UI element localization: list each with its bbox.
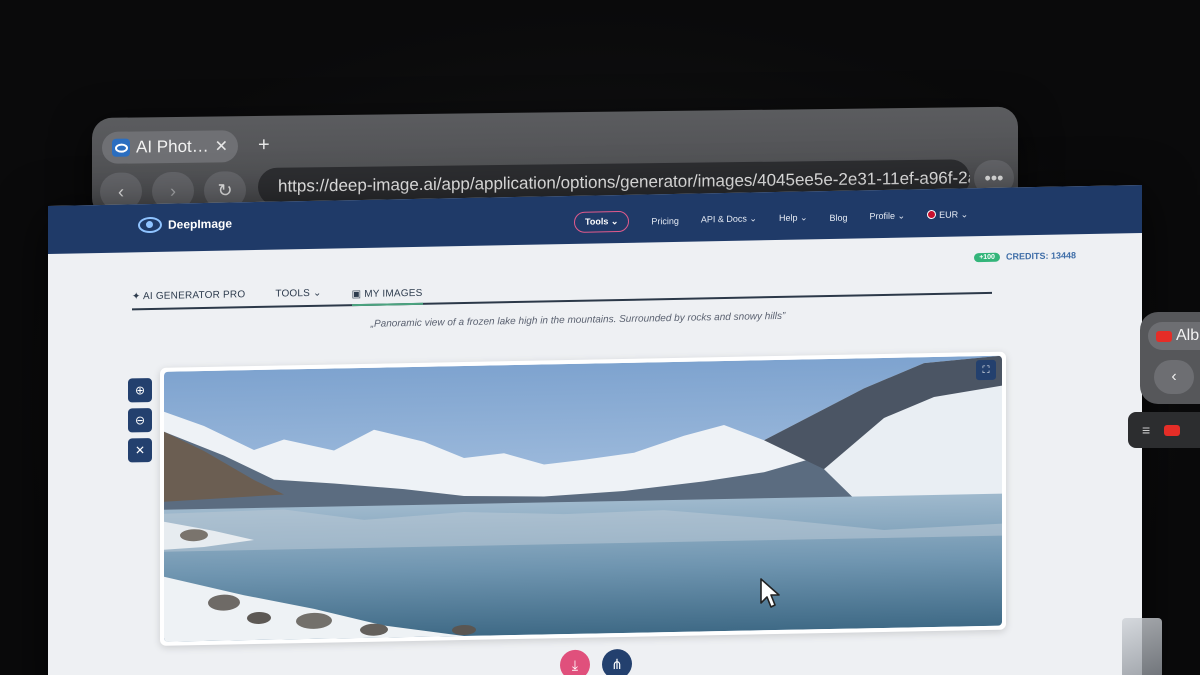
tab-ai-generator-pro[interactable]: ✦ AI GENERATOR PRO — [132, 289, 245, 302]
zoom-out-button[interactable]: ⊖ — [128, 408, 152, 433]
fullscreen-icon: ⛶ — [982, 364, 990, 376]
side-toolbar: ≡ — [1128, 412, 1200, 448]
image-actions: ⤓ ⋔ — [560, 648, 632, 675]
share-icon: ⋔ — [611, 655, 623, 672]
nav-api-docs[interactable]: API & Docs ⌄ — [701, 213, 757, 225]
deepimage-favicon-icon — [112, 138, 130, 157]
nav-currency[interactable]: EUR ⌄ — [927, 209, 968, 221]
close-button[interactable]: ✕ — [128, 438, 152, 463]
zoom-in-icon: ⊕ — [134, 383, 146, 398]
image-prompt: „Panoramic view of a frozen lake high in… — [370, 310, 786, 330]
tab-tools[interactable]: TOOLS ⌄ — [275, 288, 321, 300]
nav-help[interactable]: Help ⌄ — [779, 212, 808, 224]
generated-image-frame: ⛶ — [160, 351, 1006, 646]
main-nav: Tools ⌄ Pricing API & Docs ⌄ Help ⌄ Blog… — [574, 204, 968, 233]
eye-logo-icon — [138, 216, 162, 234]
zoom-in-button[interactable]: ⊕ — [128, 378, 152, 403]
fullscreen-button[interactable]: ⛶ — [976, 359, 996, 381]
youtube-logo-icon — [1164, 424, 1181, 436]
reload-icon: ↻ — [217, 179, 233, 200]
currency-label: EUR ⌄ — [939, 209, 969, 220]
menu-icon[interactable]: ≡ — [1142, 422, 1150, 438]
vr-desktop: AI Phot… ✕ + ‹ › ↻ https://deep-image.ai… — [0, 0, 1200, 675]
nav-pricing[interactable]: Pricing — [651, 215, 679, 226]
mouse-cursor-icon — [760, 578, 780, 608]
new-tab-button[interactable]: + — [258, 134, 270, 157]
share-button[interactable]: ⋔ — [602, 648, 632, 675]
chevron-right-icon: › — [170, 180, 176, 201]
site-logo[interactable]: DeepImage — [138, 215, 233, 234]
browser-tab[interactable]: AI Phot… ✕ — [102, 130, 238, 164]
side-browser-window: Alb ‹ — [1140, 312, 1200, 404]
credits-count: CREDITS: 13448 — [1005, 250, 1076, 262]
side-back-button[interactable]: ‹ — [1154, 360, 1194, 394]
logo-text: DeepImage — [168, 216, 233, 232]
close-tab-icon[interactable]: ✕ — [215, 136, 228, 156]
chevron-left-icon: ‹ — [118, 181, 124, 202]
side-tab-label: Alb — [1176, 327, 1200, 344]
chevron-left-icon: ‹ — [1171, 368, 1177, 385]
tab-my-images[interactable]: ▣ MY IMAGES — [351, 287, 423, 307]
tab-title: AI Phot… — [136, 136, 209, 157]
generated-image-frozen-lake[interactable] — [164, 355, 1002, 642]
more-dots-icon: ••• — [984, 167, 1004, 188]
zoom-out-icon: ⊖ — [134, 413, 146, 428]
side-browser-tab[interactable]: Alb — [1148, 322, 1200, 350]
credits-display: +100 CREDITS: 13448 — [974, 250, 1076, 262]
close-icon: ✕ — [134, 443, 146, 458]
uk-flag-icon — [927, 209, 937, 220]
nav-profile[interactable]: Profile ⌄ — [870, 211, 906, 223]
download-button[interactable]: ⤓ — [560, 649, 590, 675]
sub-navigation: ✦ AI GENERATOR PRO TOOLS ⌄ ▣ MY IMAGES — [132, 271, 992, 311]
download-icon: ⤓ — [571, 656, 579, 673]
background-object — [1122, 618, 1162, 675]
nav-tools[interactable]: Tools ⌄ — [574, 210, 630, 233]
youtube-icon — [1156, 330, 1172, 342]
zoom-controls: ⊕ ⊖ ✕ — [128, 378, 152, 463]
web-page: DeepImage Tools ⌄ Pricing API & Docs ⌄ H… — [48, 184, 1142, 675]
credits-bonus-badge[interactable]: +100 — [974, 252, 1000, 262]
nav-blog[interactable]: Blog — [830, 212, 848, 222]
